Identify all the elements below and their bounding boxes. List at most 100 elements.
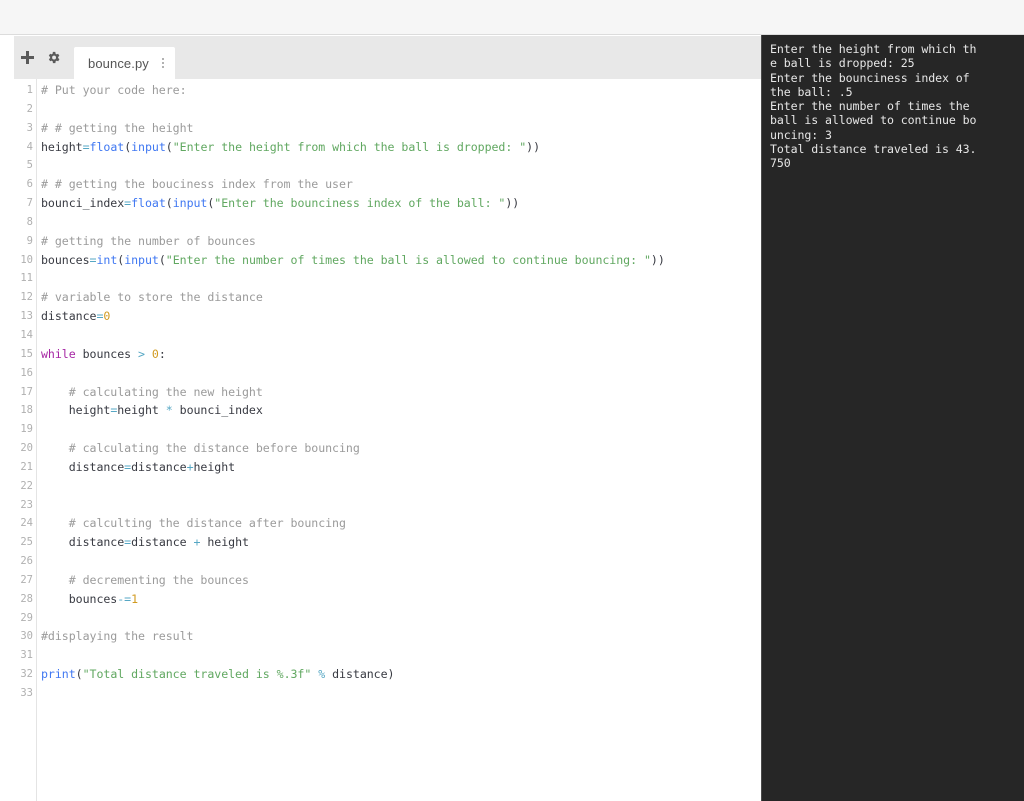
line-number: 24 xyxy=(20,517,33,530)
code-line: # getting the number of bounces xyxy=(41,232,761,251)
code-line: print("Total distance traveled is %.3f" … xyxy=(41,665,761,684)
line-number: 8 xyxy=(26,215,33,228)
code-token: distance xyxy=(41,535,125,550)
code-line: # calculating the new height xyxy=(41,383,761,402)
code-line: bounces=int(input("Enter the number of t… xyxy=(41,251,761,270)
code-line: bounces-=1 xyxy=(41,590,761,609)
code-token: )) xyxy=(526,139,541,154)
line-number: 31 xyxy=(20,649,33,662)
code-playground-window: bounce.py 1 2 3 4 5 6 7 8 9 10 11 12 13 14 15 16 17 18 19 2… xyxy=(0,0,1024,801)
code-token: print xyxy=(41,667,76,682)
code-token: distance xyxy=(41,309,97,324)
terminal-line: ball is allowed to continue bo xyxy=(770,113,977,128)
code-token: int xyxy=(96,252,118,267)
code-token: = xyxy=(82,139,90,154)
line-number: 16 xyxy=(20,366,33,379)
editor-tab-bar: bounce.py xyxy=(14,36,761,79)
code-editor[interactable]: 1 2 3 4 5 6 7 8 9 10 11 12 13 14 15 16 17 18 19 20 21 22 23 24 2… xyxy=(14,79,761,801)
code-token: height xyxy=(117,403,166,418)
code-token: # Put your code here: xyxy=(41,83,187,97)
line-number: 32 xyxy=(20,668,33,681)
code-line: # Put your code here: xyxy=(41,81,761,100)
code-token: ( xyxy=(165,139,173,154)
code-line: # calculating the distance before bounci… xyxy=(41,439,761,458)
code-token: # getting the number of bounces xyxy=(41,233,256,248)
code-token: # variable to store the distance xyxy=(41,290,263,305)
terminal-line: Total distance traveled is 43. xyxy=(770,142,977,157)
code-token: ( xyxy=(158,252,166,267)
tab-label: bounce.py xyxy=(88,55,149,71)
code-token: + xyxy=(186,459,194,474)
code-line: # # getting the height xyxy=(41,119,761,138)
line-number: 23 xyxy=(20,498,33,511)
line-number: 4 xyxy=(26,140,33,153)
line-number: 6 xyxy=(26,178,33,191)
code-token: distance xyxy=(131,535,194,550)
code-token: input xyxy=(131,139,166,154)
code-token: height xyxy=(41,139,83,154)
code-line: while bounces > 0: xyxy=(41,345,761,364)
code-token: "Enter the height from which the ball is… xyxy=(172,139,527,154)
line-number: 26 xyxy=(20,555,33,568)
line-number: 3 xyxy=(26,121,33,134)
code-token: height xyxy=(200,535,249,550)
code-line: # decrementing the bounces xyxy=(41,571,761,590)
code-token: # calculting the distance after bouncing xyxy=(41,516,346,531)
code-token: float xyxy=(131,196,166,211)
line-number: 29 xyxy=(20,611,33,624)
line-number: 18 xyxy=(20,404,33,417)
code-token: # decrementing the bounces xyxy=(41,572,249,587)
line-number: 2 xyxy=(26,102,33,115)
terminal-line: Enter the number of times the xyxy=(770,99,970,114)
code-line: height=height * bounci_index xyxy=(41,401,761,420)
code-content[interactable]: # Put your code here: # # getting the he… xyxy=(37,79,761,801)
plus-icon xyxy=(20,50,35,65)
code-token: "Enter the bounciness index of the ball:… xyxy=(214,196,506,211)
line-number: 17 xyxy=(20,385,33,398)
code-token: 1 xyxy=(131,591,139,606)
terminal-line: Enter the bounciness index of xyxy=(770,70,970,85)
code-token: float xyxy=(89,139,125,154)
code-token: # calculating the distance before bounci… xyxy=(41,441,360,456)
terminal-output-panel[interactable]: Enter the height from which th e ball is … xyxy=(761,35,1024,801)
line-number: 27 xyxy=(20,573,33,586)
line-number: 7 xyxy=(26,197,33,210)
code-token: # # getting the bouciness index from the… xyxy=(41,177,353,192)
code-line: distance=distance+height xyxy=(41,458,761,477)
terminal-line: Enter the height from which th xyxy=(770,42,977,56)
line-number: 25 xyxy=(20,536,33,549)
terminal-line: 750 xyxy=(770,156,791,171)
code-token: ( xyxy=(165,196,173,211)
code-token: # calculating the new height xyxy=(41,384,263,399)
settings-button[interactable] xyxy=(40,36,66,79)
line-number: 13 xyxy=(20,310,33,323)
vertical-ellipsis-icon[interactable] xyxy=(157,53,169,73)
tab-bounce-py[interactable]: bounce.py xyxy=(74,47,175,79)
line-number: 12 xyxy=(20,291,33,304)
add-tab-button[interactable] xyxy=(14,36,40,79)
code-token: > xyxy=(138,346,145,361)
code-token: # # getting the height xyxy=(41,120,194,135)
code-line: # variable to store the distance xyxy=(41,288,761,307)
code-token: ( xyxy=(75,667,83,682)
editor-pane: bounce.py 1 2 3 4 5 6 7 8 9 10 11 12 13 14 15 16 17 18 19 2… xyxy=(0,35,761,801)
line-number: 9 xyxy=(26,234,33,247)
code-token: distance xyxy=(41,459,125,474)
code-token: -= xyxy=(117,591,132,606)
code-token: height xyxy=(193,459,236,474)
line-number: 15 xyxy=(20,347,33,360)
code-token: 0 xyxy=(103,309,111,324)
code-token: )) xyxy=(505,196,520,211)
line-number: 33 xyxy=(20,687,33,699)
code-token: distance xyxy=(131,459,187,474)
code-token: #displaying the result xyxy=(41,629,194,644)
